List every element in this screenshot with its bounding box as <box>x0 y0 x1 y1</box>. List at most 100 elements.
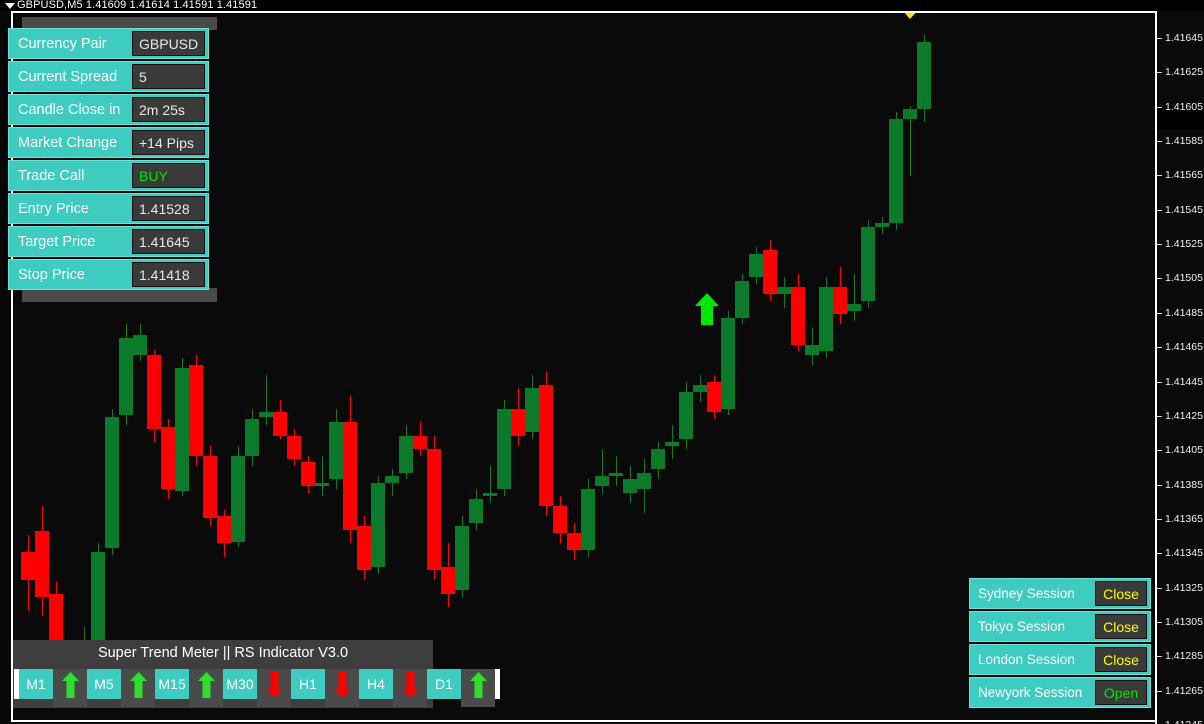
candle-body <box>791 287 805 345</box>
price-axis-label: 1.41425 <box>1165 409 1203 422</box>
timeframe-button-h1[interactable]: H1 <box>291 669 325 699</box>
candle-body <box>595 475 609 486</box>
price-axis-tick <box>1157 450 1162 452</box>
price-axis-label: 1.41525 <box>1165 238 1203 251</box>
candle-body <box>427 448 441 571</box>
price-axis-label: 1.41345 <box>1165 547 1203 560</box>
info-row: Target Price 1.41645 <box>8 226 209 257</box>
price-axis-tick <box>1157 278 1162 280</box>
candle-body <box>581 489 595 550</box>
trend-strip-edge <box>495 669 500 699</box>
market-sessions-panel: Sydney Session Close Tokyo Session Close Lon… <box>969 578 1151 712</box>
timeframe-button-m5[interactable]: M5 <box>87 669 121 699</box>
price-axis-label: 1.41585 <box>1165 135 1203 148</box>
candle-body <box>441 566 455 594</box>
price-axis-label: 1.41645 <box>1165 32 1203 44</box>
trend-direction-cell <box>393 669 427 707</box>
price-axis-tick <box>1157 209 1162 211</box>
candle-body <box>861 226 875 301</box>
session-status-badge: Close <box>1095 614 1147 639</box>
price-axis-tick <box>1157 621 1162 623</box>
price-axis-tick <box>1157 518 1162 520</box>
timeframe-button-m1[interactable]: M1 <box>19 669 53 699</box>
info-row-value: 1.41528 <box>132 196 205 221</box>
price-axis-tick <box>1157 38 1162 39</box>
super-trend-meter-panel: Super Trend Meter || RS Indicator V3.0 M… <box>13 640 500 708</box>
info-row: Stop Price 1.41418 <box>8 259 209 290</box>
trade-info-panel: Currency Pair GBPUSD Current Spread 5 Candle… <box>8 28 209 293</box>
candle-wick <box>602 448 603 493</box>
timeframe-button-d1[interactable]: D1 <box>427 669 461 699</box>
candle-wick <box>266 374 267 426</box>
candle-body <box>175 368 189 492</box>
info-row-label: Target Price <box>9 227 129 256</box>
candle-wick <box>490 465 491 503</box>
candle-body <box>35 531 49 598</box>
price-axis[interactable]: 1.41645 1.41625 1.41605 1.41585 1.41565 1.415… <box>1157 11 1204 724</box>
candle-body <box>651 448 665 470</box>
trend-direction-cell <box>189 669 223 707</box>
timeframe-button-m30[interactable]: M30 <box>223 669 257 699</box>
candle-body <box>777 287 791 295</box>
price-axis-tick <box>1157 484 1162 486</box>
buy-arrow-signal <box>695 293 719 325</box>
triangle-down-icon[interactable] <box>5 3 15 9</box>
candle-body <box>385 475 399 483</box>
price-axis-tick <box>1157 553 1162 555</box>
candle-body <box>119 337 133 416</box>
candle-body <box>679 391 693 439</box>
candle-body <box>133 334 147 355</box>
candle-body <box>553 506 567 534</box>
window-title-text: GBPUSD,M5 1.41609 1.41614 1.41591 1.4159… <box>17 0 258 11</box>
candle-body <box>259 411 273 417</box>
candle-body <box>287 435 301 460</box>
candle-wick <box>322 455 323 497</box>
session-label: London Session <box>970 645 1093 674</box>
price-axis-label: 1.41365 <box>1165 512 1203 525</box>
info-row-value: +14 Pips <box>132 130 205 155</box>
timeframe-button-m15[interactable]: M15 <box>155 669 189 699</box>
timeframe-button-h4[interactable]: H4 <box>359 669 393 699</box>
price-axis-tick <box>1157 175 1162 177</box>
candle-body <box>217 516 231 544</box>
session-label: Newyork Session <box>970 678 1093 707</box>
candle-body <box>749 253 763 278</box>
info-row-label: Stop Price <box>9 260 129 289</box>
chart-frame-top <box>11 11 1157 13</box>
trend-direction-cell <box>53 669 87 707</box>
price-axis-tick <box>1157 347 1162 349</box>
candle-wick <box>616 455 617 486</box>
price-axis-label: 1.41245 <box>1165 720 1203 724</box>
arrow-down-icon <box>401 672 419 698</box>
candle-body <box>161 427 175 490</box>
candle-body <box>315 482 329 486</box>
info-row-value: 1.41418 <box>132 262 205 287</box>
price-axis-label: 1.41405 <box>1165 444 1203 457</box>
chart-frame-right <box>1155 11 1157 724</box>
price-axis-tick <box>1157 656 1162 658</box>
candle-body <box>329 422 343 480</box>
session-row: London Session Close <box>969 644 1151 675</box>
trend-direction-cell <box>257 669 291 707</box>
candle-body <box>21 551 35 581</box>
price-axis-label: 1.41545 <box>1165 203 1203 216</box>
candle-wick <box>392 469 393 497</box>
candle-body <box>91 551 105 651</box>
candle-body <box>609 472 623 476</box>
super-trend-meter-title: Super Trend Meter || RS Indicator V3.0 <box>97 645 349 661</box>
candle-body <box>707 381 721 412</box>
price-axis-tick <box>1157 312 1162 314</box>
session-label: Sydney Session <box>970 579 1093 608</box>
info-row-value: BUY <box>132 163 205 188</box>
info-row-label: Candle Close in <box>9 95 129 124</box>
candle-body <box>511 408 525 436</box>
price-axis-label: 1.41385 <box>1165 478 1203 491</box>
info-row: Market Change +14 Pips <box>8 127 209 158</box>
candle-body <box>147 354 161 429</box>
info-row-value: 1.41645 <box>132 229 205 254</box>
price-axis-tick <box>1157 141 1162 143</box>
candle-body <box>413 435 427 449</box>
price-axis-tick <box>1157 72 1162 74</box>
candle-body <box>455 526 469 591</box>
timeframe-trend-strip: M1 M5 M15 M30 H1 H4 D1 <box>14 669 500 707</box>
